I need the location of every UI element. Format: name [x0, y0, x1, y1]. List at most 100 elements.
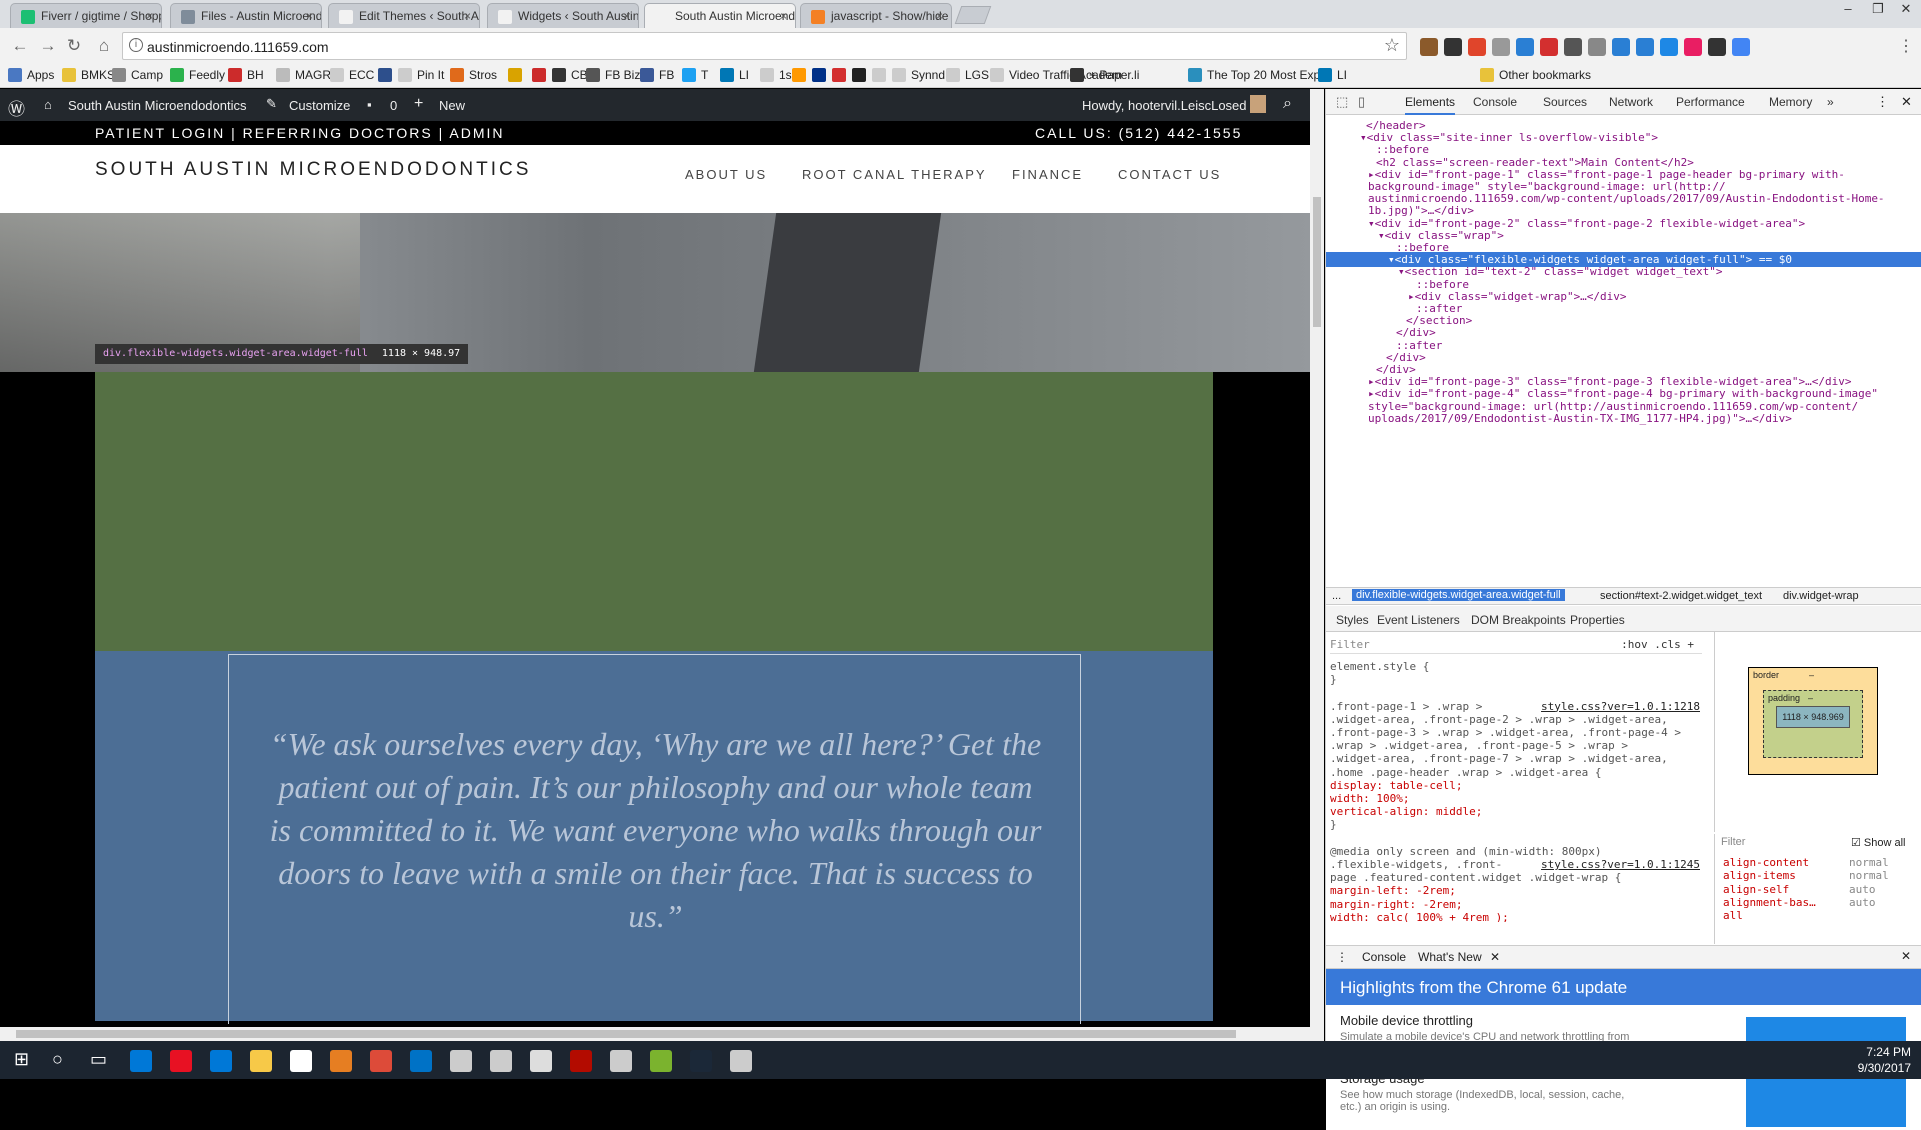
browser-tab[interactable]: Edit Themes ‹ South Aust×	[328, 3, 480, 28]
drawer-close-icon[interactable]: ✕	[1901, 949, 1911, 963]
taskbar-app-icon[interactable]	[490, 1050, 512, 1072]
search-icon[interactable]: ○	[52, 1049, 63, 1070]
extension-icon[interactable]	[1540, 38, 1558, 56]
new-link[interactable]: New	[439, 98, 465, 113]
style-rule-line[interactable]: .flexible-widgets, .front-style.css?ver=…	[1330, 858, 1706, 872]
style-rule-line[interactable]: .front-page-1 > .wrap > style.css?ver=1.0…	[1330, 700, 1706, 714]
extension-icon[interactable]	[1468, 38, 1486, 56]
bookmark-item[interactable]: Apps	[8, 68, 54, 82]
subtab-styles[interactable]: Styles	[1336, 613, 1369, 627]
bookmark-item[interactable]	[872, 68, 891, 82]
extension-icon[interactable]	[1732, 38, 1750, 56]
bookmark-item[interactable]: BH	[228, 68, 264, 82]
computed-property[interactable]: align-content normal	[1723, 856, 1919, 869]
tab-performance[interactable]: Performance	[1676, 95, 1745, 109]
scrollbar-thumb[interactable]	[16, 1030, 1236, 1038]
drawer-menu-icon[interactable]: ⋮	[1336, 950, 1348, 964]
bookmark-item[interactable]: Synnd	[892, 68, 945, 82]
drawer-tab-console[interactable]: Console	[1362, 950, 1406, 964]
tab-close-icon[interactable]: ×	[306, 9, 313, 23]
bookmark-item[interactable]: MAGR	[276, 68, 331, 82]
drawer-tab-close-icon[interactable]: ✕	[1490, 950, 1500, 964]
breadcrumb-widget-wrap[interactable]: div.widget-wrap	[1783, 590, 1859, 602]
taskbar-app-icon[interactable]	[170, 1050, 192, 1072]
tab-sources[interactable]: Sources	[1543, 95, 1587, 109]
style-rule-line[interactable]: }	[1330, 673, 1706, 687]
style-rule-line[interactable]: page .featured-content.widget .widget-wr…	[1330, 871, 1706, 885]
device-toolbar-icon[interactable]: ▯	[1358, 94, 1365, 110]
style-rule-line[interactable]: @media only screen and (min-width: 800px…	[1330, 845, 1706, 859]
drawer-tab-whats-new[interactable]: What's New	[1418, 950, 1482, 964]
tab-close-icon[interactable]: ×	[936, 9, 943, 23]
browser-tab[interactable]: javascript - Show/hide a ×	[800, 3, 952, 28]
tab-memory[interactable]: Memory	[1769, 95, 1812, 109]
nav-finance[interactable]: FINANCE	[1012, 167, 1083, 182]
forward-button[interactable]: →	[36, 34, 60, 58]
bookmark-item[interactable]: FB	[640, 68, 674, 82]
show-all-checkbox[interactable]: ☑ Show all	[1851, 836, 1906, 849]
extension-icon[interactable]	[1708, 38, 1726, 56]
style-rule-line[interactable]: .widget-area, .front-page-2 > .wrap > .w…	[1330, 713, 1706, 727]
bookmark-item[interactable]	[508, 68, 527, 82]
bookmark-item[interactable]: LI	[720, 68, 749, 82]
bookmark-item[interactable]: Feedly	[170, 68, 225, 82]
browser-menu-icon[interactable]: ⋮	[1898, 36, 1914, 56]
avatar[interactable]	[1250, 95, 1266, 113]
bookmark-item[interactable]: Camp	[112, 68, 163, 82]
extension-icon[interactable]	[1588, 38, 1606, 56]
breadcrumb-more[interactable]: ...	[1332, 590, 1341, 602]
browser-tab[interactable]: Widgets ‹ South Austin M×	[487, 3, 639, 28]
tab-close-icon[interactable]: ×	[146, 9, 153, 23]
bookmark-item[interactable]: + Paper.li	[1070, 68, 1139, 82]
site-name-link[interactable]: South Austin Microendodontics	[68, 98, 247, 113]
extension-icon[interactable]	[1420, 38, 1438, 56]
dom-tree[interactable]: </header> ▾<div class="site-inner ls-over…	[1326, 116, 1921, 586]
site-title[interactable]: SOUTH AUSTIN MICROENDODONTICS	[95, 159, 531, 181]
style-rule-line[interactable]: .wrap > .widget-area, .front-page-5 > .w…	[1330, 739, 1706, 753]
window-close-button[interactable]: ✕	[1890, 0, 1921, 20]
taskbar-app-icon[interactable]	[330, 1050, 352, 1072]
taskbar-app-icon[interactable]	[410, 1050, 432, 1072]
style-rule-line[interactable]	[1330, 832, 1706, 846]
page-horizontal-scrollbar[interactable]	[0, 1027, 1324, 1041]
comments-icon[interactable]: ▪	[367, 97, 372, 112]
bookmark-item[interactable]: BMKS	[62, 68, 115, 82]
bookmark-item[interactable]: Other bookmarks	[1480, 68, 1591, 82]
breadcrumb-section[interactable]: section#text-2.widget.widget_text	[1600, 590, 1762, 602]
extension-icon[interactable]	[1516, 38, 1534, 56]
info-icon[interactable]: i	[129, 38, 143, 52]
style-rule-line[interactable]: }	[1330, 818, 1706, 832]
style-rule-line[interactable]	[1330, 686, 1706, 700]
extension-icon[interactable]	[1612, 38, 1630, 56]
taskbar-app-icon[interactable]	[370, 1050, 392, 1072]
computed-property[interactable]: align-self auto	[1723, 883, 1919, 896]
extension-icon[interactable]	[1660, 38, 1678, 56]
taskbar-app-icon[interactable]	[570, 1050, 592, 1072]
extension-icon[interactable]	[1636, 38, 1654, 56]
taskbar-app-icon[interactable]	[250, 1050, 272, 1072]
taskbar-app-icon[interactable]	[210, 1050, 232, 1072]
windows-start-icon[interactable]: ⊞	[14, 1049, 29, 1070]
extension-icon[interactable]	[1564, 38, 1582, 56]
call-us[interactable]: CALL US: (512) 442-1555	[1035, 125, 1242, 141]
style-rule-line[interactable]: .home .page-header .wrap > .widget-area …	[1330, 766, 1706, 780]
tab-close-icon[interactable]: ×	[780, 9, 787, 23]
stylesheet-link[interactable]: style.css?ver=1.0.1:1245	[1541, 858, 1700, 872]
style-rule-line[interactable]: .front-page-3 > .wrap > .widget-area, .f…	[1330, 726, 1706, 740]
styles-filter-input[interactable]: Filter	[1330, 638, 1370, 651]
taskbar-app-icon[interactable]	[690, 1050, 712, 1072]
bookmark-item[interactable]: ECC	[330, 68, 374, 82]
top-links[interactable]: PATIENT LOGIN | REFERRING DOCTORS | ADMI…	[95, 125, 505, 141]
browser-tab[interactable]: South Austin Microendo ×	[644, 3, 796, 28]
taskbar-app-icon[interactable]	[610, 1050, 632, 1072]
howdy-link[interactable]: Howdy, hootervil.LeiscLosed	[1082, 98, 1247, 113]
nav-root-canal-therapy[interactable]: ROOT CANAL THERAPY	[802, 167, 987, 182]
customize-link[interactable]: Customize	[289, 98, 350, 113]
taskbar-app-icon[interactable]	[130, 1050, 152, 1072]
subtab-properties[interactable]: Properties	[1570, 613, 1625, 627]
subtab-event-listeners[interactable]: Event Listeners	[1377, 613, 1460, 627]
bookmark-item[interactable]	[378, 68, 397, 82]
comments-count[interactable]: 0	[390, 98, 397, 113]
bookmark-item[interactable]: Stros	[450, 68, 497, 82]
taskbar-app-icon[interactable]	[290, 1050, 312, 1072]
